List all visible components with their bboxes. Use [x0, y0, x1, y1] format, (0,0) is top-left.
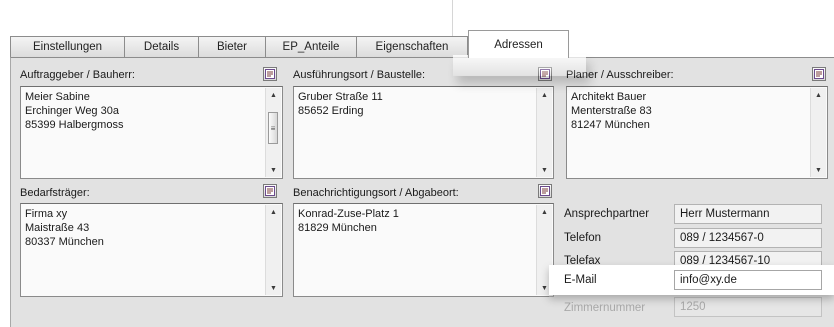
ausfuehrungsort-label: Ausführungsort / Baustelle:	[293, 69, 426, 81]
scroll-up-arrow-icon[interactable]: ▲	[811, 88, 826, 102]
benachrichtigungsort-label: Benachrichtigungsort / Abgabeort:	[293, 187, 459, 199]
edit-note-icon	[540, 186, 550, 196]
tab-ep-anteile[interactable]: EP_Anteile	[265, 36, 357, 57]
address-line: Maistraße 43	[25, 222, 90, 234]
auftraggeber-scrollbar[interactable]: ▲ ≡ ▼	[265, 88, 281, 177]
scroll-down-arrow-icon[interactable]: ▼	[811, 163, 826, 177]
bedarfstraeger-scrollbar[interactable]: ▲ ▼	[265, 205, 281, 295]
address-line: Architekt Bauer	[571, 91, 647, 103]
address-line: 81829 München	[298, 222, 377, 234]
benachrichtigungsort-address-box[interactable]: Konrad-Zuse-Platz 1 81829 München ▲ ▼	[293, 203, 554, 297]
scroll-up-arrow-icon[interactable]: ▲	[537, 205, 552, 219]
address-line: 80337 München	[25, 236, 104, 248]
scroll-up-arrow-icon[interactable]: ▲	[266, 205, 281, 219]
scroll-up-arrow-icon[interactable]: ▲	[537, 88, 552, 102]
edit-note-icon	[814, 69, 824, 79]
ausfuehrungsort-address-box[interactable]: Gruber Straße 11 85652 Erding ▲ ▼	[293, 86, 554, 179]
edit-note-icon	[265, 186, 275, 196]
bedarfstraeger-edit-button[interactable]	[263, 184, 277, 198]
email-label: E-Mail	[564, 274, 597, 286]
scroll-down-arrow-icon[interactable]: ▼	[266, 163, 281, 177]
tab-adressen[interactable]: Adressen	[468, 30, 569, 58]
planer-edit-button[interactable]	[812, 67, 826, 81]
address-line: 81247 München	[571, 119, 650, 131]
edit-note-icon	[265, 69, 275, 79]
benachrichtigungsort-edit-button[interactable]	[538, 184, 552, 198]
address-line: Meier Sabine	[25, 91, 90, 103]
tab-spotlight-shadow	[453, 55, 586, 76]
tab-bieter[interactable]: Bieter	[198, 36, 266, 57]
zimmernummer-fade-overlay	[549, 295, 834, 326]
auftraggeber-edit-button[interactable]	[263, 67, 277, 81]
bedarfstraeger-address-box[interactable]: Firma xy Maistraße 43 80337 München ▲ ▼	[20, 203, 283, 297]
telefon-label: Telefon	[564, 232, 602, 244]
scroll-down-arrow-icon[interactable]: ▼	[266, 281, 281, 295]
address-line: Konrad-Zuse-Platz 1	[298, 208, 399, 220]
tab-details[interactable]: Details	[124, 36, 199, 57]
bedarfstraeger-label: Bedarfsträger:	[20, 187, 90, 199]
address-line: 85399 Halbergmoss	[25, 119, 124, 131]
tab-eigenschaften[interactable]: Eigenschaften	[356, 36, 468, 57]
address-line: Erchinger Weg 30a	[25, 105, 119, 117]
address-line: 85652 Erding	[298, 105, 364, 117]
planer-scrollbar[interactable]: ▲ ▼	[810, 88, 826, 177]
ansprechpartner-label: Ansprechpartner	[564, 208, 650, 220]
address-line: Firma xy	[25, 208, 68, 220]
scroll-thumb[interactable]: ≡	[268, 112, 278, 144]
tab-einstellungen[interactable]: Einstellungen	[10, 36, 125, 57]
planer-address-box[interactable]: Architekt Bauer Menterstraße 83 81247 Mü…	[566, 86, 828, 179]
scroll-up-arrow-icon[interactable]: ▲	[266, 88, 281, 102]
telefon-field[interactable]: 089 / 1234567-0	[674, 228, 822, 248]
email-highlight: E-Mail info@xy.de	[549, 265, 834, 295]
address-line: Menterstraße 83	[571, 105, 652, 117]
auftraggeber-address-box[interactable]: Meier Sabine Erchinger Weg 30a 85399 Hal…	[20, 86, 283, 179]
ausfuehrungsort-scrollbar[interactable]: ▲ ▼	[536, 88, 552, 177]
scroll-down-arrow-icon[interactable]: ▼	[537, 163, 552, 177]
ansprechpartner-field[interactable]: Herr Mustermann	[674, 204, 822, 224]
address-line: Gruber Straße 11	[298, 91, 383, 103]
email-field[interactable]: info@xy.de	[674, 270, 822, 290]
auftraggeber-label: Auftraggeber / Bauherr:	[20, 69, 135, 81]
